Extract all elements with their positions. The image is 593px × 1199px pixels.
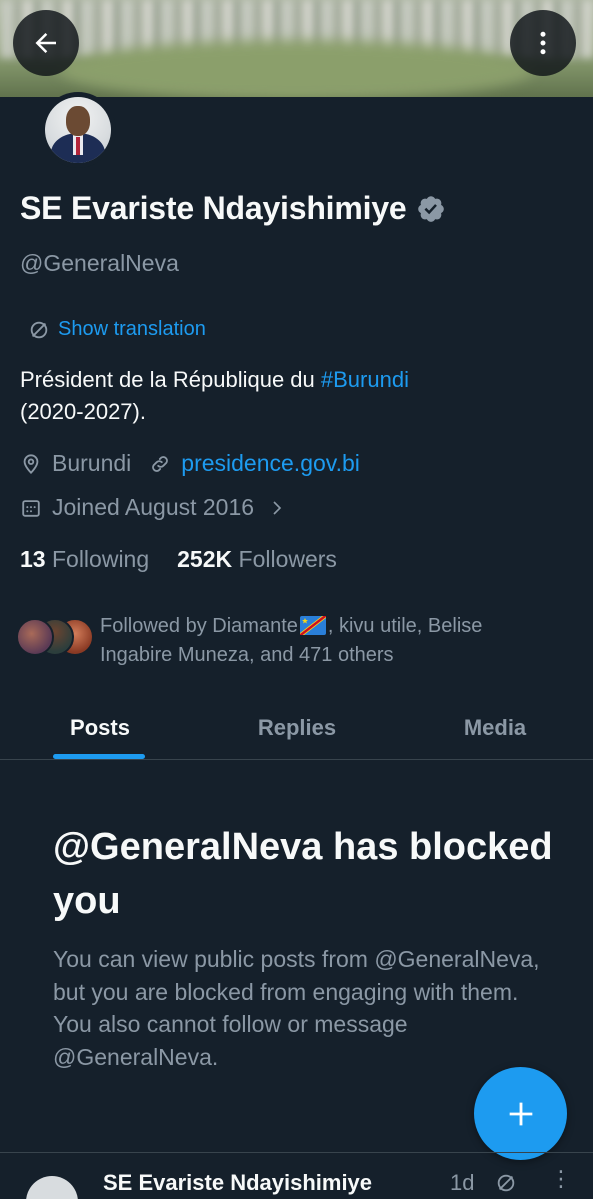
location-pin-icon (23, 453, 39, 474)
profile-meta-location-row: Burundi presidence.gov.bi (20, 450, 360, 477)
verified-badge-icon[interactable] (416, 194, 446, 224)
profile-location: Burundi (52, 450, 132, 476)
profile-name-row: SE Evariste Ndayishimiye (20, 190, 446, 227)
following-count-link[interactable]: 13 Following (20, 546, 149, 573)
drc-flag-icon (299, 616, 326, 635)
bio-text-end: (2020-2027). (20, 399, 146, 424)
profile-bio: Président de la République du #Burundi (… (20, 364, 560, 428)
profile-tabs: Posts Replies Media (0, 696, 593, 760)
followers-count-link[interactable]: 252K Followers (177, 546, 337, 573)
link-icon (152, 455, 169, 472)
following-count: 13 (20, 546, 46, 572)
profile-joined-row[interactable]: Joined August 2016 (20, 494, 286, 521)
avatar-face (66, 106, 90, 136)
bio-text-start: Président de la République du (20, 367, 321, 392)
show-translation-link[interactable]: Show translation (28, 318, 206, 341)
plus-icon (509, 1102, 532, 1125)
post-divider (0, 1152, 593, 1153)
profile-website-link[interactable]: presidence.gov.bi (181, 450, 360, 477)
post-timestamp: 1d (450, 1170, 475, 1195)
post-more-icon[interactable]: ⋮ (550, 1166, 572, 1192)
follower-avatar (16, 618, 54, 656)
tab-posts[interactable]: Posts (40, 696, 160, 760)
post-author-name[interactable]: SE Evariste Ndayishimiye (103, 1170, 372, 1196)
followed-by-text-start: Followed by Diamante (100, 615, 298, 637)
tab-media[interactable]: Media (435, 696, 555, 760)
profile-banner[interactable] (0, 0, 593, 97)
post-author-avatar[interactable] (26, 1176, 78, 1199)
blocked-description: You can view public posts from @GeneralN… (53, 946, 540, 1070)
banner-overlay (0, 0, 593, 97)
back-button[interactable] (13, 10, 79, 76)
back-arrow-icon (35, 33, 56, 53)
chevron-right-icon (273, 500, 282, 515)
translate-icon (30, 321, 48, 338)
calendar-icon (22, 499, 40, 517)
blocked-title: @GeneralNeva has blocked you (53, 826, 553, 922)
grok-icon[interactable] (495, 1172, 517, 1194)
follow-counts: 13 Following 252K Followers (20, 546, 337, 573)
vertical-dots-icon (540, 31, 546, 55)
show-translation-label[interactable]: Show translation (58, 318, 206, 341)
followed-by-avatars (16, 618, 98, 662)
avatar-photo (45, 97, 111, 163)
avatar-tie (76, 137, 80, 155)
profile-handle: @GeneralNeva (20, 250, 179, 276)
profile-avatar[interactable] (40, 92, 116, 168)
bio-hashtag-link[interactable]: #Burundi (321, 367, 409, 392)
profile-joined-date: Joined August 2016 (52, 494, 255, 520)
profile-name: SE Evariste Ndayishimiye (20, 190, 407, 226)
followed-by-text: Followed by Diamante , kivu utile, Belis… (100, 612, 540, 670)
active-tab-indicator (53, 754, 145, 759)
tab-replies[interactable]: Replies (232, 696, 362, 760)
followers-count: 252K (177, 546, 233, 572)
followed-by-section[interactable]: Followed by Diamante , kivu utile, Belis… (16, 612, 540, 670)
more-options-button[interactable] (510, 10, 576, 76)
compose-post-button[interactable] (474, 1067, 567, 1160)
following-label: Following (51, 546, 150, 572)
post-preview[interactable]: SE Evariste Ndayishimiye 1d ⋮ (0, 1160, 593, 1199)
followers-label: Followers (238, 546, 337, 572)
